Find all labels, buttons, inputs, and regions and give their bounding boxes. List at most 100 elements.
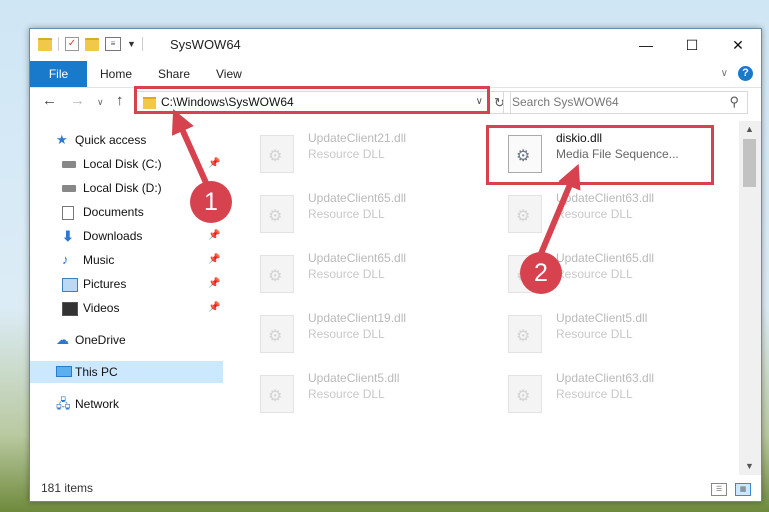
file-type: Resource DLL — [308, 327, 385, 341]
list-item[interactable]: UpdateClient19.dll Resource DLL — [236, 307, 466, 355]
window-controls: — ☐ ✕ — [623, 29, 761, 61]
list-item[interactable]: UpdateClient63.dll Resource DLL — [484, 187, 714, 235]
star-icon: ★ — [56, 132, 68, 147]
tab-view[interactable]: View — [216, 61, 242, 87]
video-icon — [62, 302, 78, 316]
properties-check-icon[interactable]: ✓ — [65, 37, 79, 51]
pin-icon[interactable]: 📌 — [208, 297, 220, 319]
nav-videos[interactable]: Videos 📌 — [30, 297, 223, 319]
file-name: UpdateClient65.dll — [308, 191, 407, 205]
nav-onedrive[interactable]: ☁ OneDrive — [30, 329, 223, 351]
nav-label: Music — [83, 253, 115, 267]
minimize-button[interactable]: — — [623, 29, 669, 61]
scrollbar-thumb[interactable] — [743, 139, 756, 187]
nav-label: OneDrive — [75, 333, 126, 347]
list-item[interactable]: UpdateClient5.dll Resource DLL — [236, 367, 466, 415]
nav-this-pc[interactable]: This PC — [30, 361, 223, 383]
toolbar-divider — [141, 37, 143, 51]
item-count: 181 items — [41, 481, 94, 495]
nav-label: Local Disk (C:) — [83, 157, 162, 171]
nav-label: Downloads — [83, 229, 143, 243]
new-folder-icon[interactable] — [85, 37, 99, 51]
file-highlight-box — [486, 125, 714, 185]
pin-icon[interactable]: 📌 — [208, 249, 220, 271]
file-name: UpdateClient21.dll — [308, 131, 407, 145]
drive-icon — [62, 185, 76, 192]
nav-network[interactable]: 🖧 Network — [30, 393, 223, 415]
recent-locations-chevron-icon[interactable]: ∨ — [97, 97, 104, 108]
address-highlight-box — [134, 86, 490, 114]
ribbon-tabs: File Home Share View ∨ ? — [30, 61, 761, 88]
customize-icon[interactable]: ≡ — [105, 37, 121, 51]
scroll-up-icon[interactable]: ▲ — [745, 124, 754, 134]
dll-file-icon — [260, 255, 294, 293]
nav-label: Local Disk (D:) — [83, 181, 162, 195]
download-arrow-icon: ⬇ — [62, 228, 74, 244]
file-name: UpdateClient5.dll — [308, 371, 400, 385]
folder-icon — [38, 37, 52, 51]
quick-access-toolbar: ✓ ≡ ▼ — [38, 37, 143, 51]
cloud-icon: ☁ — [56, 332, 69, 347]
file-type: Resource DLL — [556, 267, 633, 281]
dll-file-icon — [260, 195, 294, 233]
scroll-down-icon[interactable]: ▼ — [745, 461, 754, 471]
file-type: Resource DLL — [556, 387, 633, 401]
nav-music[interactable]: ♪ Music 📌 — [30, 249, 223, 271]
title-bar: ✓ ≡ ▼ SysWOW64 — ☐ ✕ — [30, 29, 761, 61]
computer-icon — [56, 366, 72, 377]
dll-file-icon — [260, 315, 294, 353]
list-item[interactable]: UpdateClient65.dll Resource DLL — [236, 247, 466, 295]
status-bar: 181 items ☰ ▦ — [30, 477, 761, 501]
close-button[interactable]: ✕ — [715, 29, 761, 61]
ribbon-controls: ∨ ? — [721, 66, 753, 81]
tab-home[interactable]: Home — [100, 61, 132, 87]
file-name: UpdateClient63.dll — [556, 191, 655, 205]
document-icon — [62, 206, 74, 220]
list-item[interactable]: UpdateClient21.dll Resource DLL — [236, 127, 466, 175]
list-item[interactable]: UpdateClient65.dll Resource DLL — [236, 187, 466, 235]
details-view-icon[interactable]: ☰ — [711, 483, 727, 496]
file-type: Resource DLL — [556, 207, 633, 221]
help-icon[interactable]: ? — [738, 66, 753, 81]
list-item[interactable]: UpdateClient5.dll Resource DLL — [484, 307, 714, 355]
dll-file-icon — [260, 375, 294, 413]
drive-icon — [62, 161, 76, 168]
nav-label: This PC — [75, 365, 118, 379]
pin-icon[interactable]: 📌 — [208, 225, 220, 247]
pin-icon[interactable]: 📌 — [208, 273, 220, 295]
dll-file-icon — [260, 135, 294, 173]
search-box[interactable]: Search SysWOW64 ⚲ — [503, 91, 748, 114]
pin-icon[interactable]: 📌 — [208, 153, 220, 175]
back-arrow-icon[interactable]: ← — [42, 92, 57, 109]
dll-file-icon — [508, 375, 542, 413]
navigation-pane: ★ Quick access Local Disk (C:) 📌 Local D… — [30, 123, 223, 475]
step-2-badge: 2 — [520, 252, 562, 294]
file-type: Resource DLL — [556, 327, 633, 341]
maximize-button[interactable]: ☐ — [669, 29, 715, 61]
large-icons-view-icon[interactable]: ▦ — [735, 483, 751, 496]
file-name: UpdateClient63.dll — [556, 371, 655, 385]
list-item[interactable]: UpdateClient63.dll Resource DLL — [484, 367, 714, 415]
nav-label: Quick access — [75, 133, 147, 147]
nav-downloads[interactable]: ⬇ Downloads 📌 — [30, 225, 223, 247]
tab-file[interactable]: File — [30, 61, 87, 87]
nav-local-disk-c[interactable]: Local Disk (C:) 📌 — [30, 153, 223, 175]
expand-ribbon-icon[interactable]: ∨ — [721, 68, 728, 79]
up-arrow-icon[interactable]: ↑ — [116, 92, 124, 109]
forward-arrow-icon[interactable]: → — [70, 92, 85, 109]
file-type: Resource DLL — [308, 387, 385, 401]
search-input[interactable]: Search SysWOW64 — [512, 95, 619, 109]
step-1-badge: 1 — [190, 181, 232, 223]
list-item[interactable]: UpdateClient65.dll Resource DLL — [484, 247, 714, 295]
file-name: UpdateClient65.dll — [308, 251, 407, 265]
tab-share[interactable]: Share — [158, 61, 190, 87]
dll-file-icon — [508, 195, 542, 233]
nav-quick-access[interactable]: ★ Quick access — [30, 129, 223, 151]
vertical-scrollbar[interactable]: ▲ ▼ — [739, 121, 761, 475]
nav-label: Pictures — [83, 277, 127, 291]
picture-icon — [62, 278, 78, 292]
nav-pictures[interactable]: Pictures 📌 — [30, 273, 223, 295]
view-toggle: ☰ ▦ — [711, 483, 751, 496]
chevron-down-icon[interactable]: ▼ — [127, 39, 136, 49]
file-name: UpdateClient65.dll — [556, 251, 655, 265]
